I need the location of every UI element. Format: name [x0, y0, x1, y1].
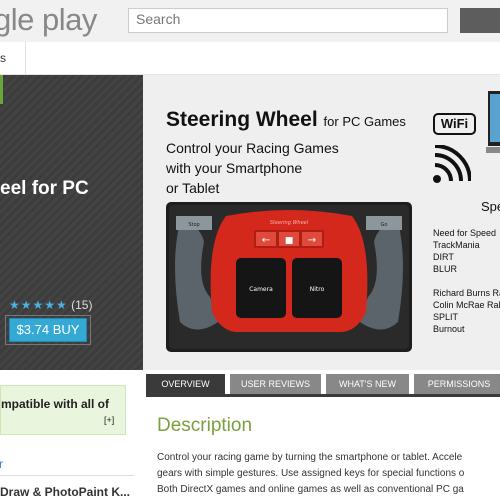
- description-line: gears with simple gestures. Use assigned…: [157, 468, 465, 479]
- supported-games-list: Richard Burns Ra Colin McRae Rall SPLIT …: [433, 287, 500, 335]
- wifi-icon: WiFi: [433, 113, 476, 135]
- description-text: Control your racing game by turning the …: [157, 450, 500, 498]
- game-item: TrackMania: [433, 240, 480, 250]
- google-play-logo[interactable]: gle play: [0, 0, 97, 40]
- promo-subtitle-line: Control your Racing Games: [166, 140, 339, 156]
- expand-compatibility-button[interactable]: [+]: [104, 415, 114, 425]
- promo-title: Steering Wheel for PC Games: [166, 108, 406, 132]
- play-store-page: gle play Search s eel for PC ★★★★★ (15) …: [0, 0, 500, 500]
- description-line: Both DirectX games and online games as w…: [157, 484, 464, 495]
- tab-user-reviews[interactable]: USER REVIEWS: [230, 374, 321, 394]
- svg-text:→: →: [308, 235, 316, 246]
- related-app-link[interactable]: Draw & PhotoPaint K...: [0, 485, 130, 499]
- game-item: Need for Speed: [433, 228, 497, 238]
- go-label: Go: [381, 222, 388, 228]
- promo-title-main: Steering Wheel: [166, 108, 318, 131]
- subnav-divider: [25, 42, 26, 75]
- laptop-icon: [486, 91, 500, 153]
- wireless-signal-icon: [433, 145, 471, 183]
- svg-text:←: ←: [262, 235, 270, 246]
- game-item: BLUR: [433, 264, 458, 274]
- game-item: SPLIT: [433, 312, 459, 322]
- compatibility-text: mpatible with all of: [1, 397, 110, 411]
- subnav-tab-apps[interactable]: s: [0, 51, 6, 65]
- game-item: Colin McRae Rall: [433, 300, 500, 310]
- compatibility-notice[interactable]: mpatible with all of [+]: [0, 385, 126, 435]
- svg-text:■: ■: [285, 236, 294, 246]
- steering-wheel-illustration: ← ■ → Camera Nitro Stop Go Steering Whee…: [166, 202, 412, 352]
- search-placeholder: Search: [136, 11, 181, 27]
- description-line: Control your racing game by turning the …: [157, 452, 463, 463]
- divider: [0, 475, 134, 476]
- wheel-brand: Steering Wheel: [270, 220, 309, 226]
- supported-games-list: Need for Speed TrackMania DIRT BLUR: [433, 227, 496, 275]
- promo-title-suffix: for PC Games: [323, 114, 406, 129]
- buy-button[interactable]: $3.74 BUY: [9, 318, 87, 342]
- search-input[interactable]: Search: [128, 8, 448, 33]
- camera-button-label: Camera: [249, 286, 273, 293]
- rating-stars-icon: ★★★★★: [9, 298, 68, 312]
- detail-tabs: OVERVIEW USER REVIEWS WHAT'S NEW PERMISS…: [146, 374, 500, 394]
- app-rating: ★★★★★ (15): [9, 298, 92, 312]
- spec-label: Spe: [481, 199, 500, 214]
- rating-count: (15): [71, 298, 93, 312]
- search-button[interactable]: [460, 8, 500, 33]
- nitro-button-label: Nitro: [310, 286, 325, 293]
- promo-banner[interactable]: Steering Wheel for PC Games Control your…: [143, 75, 500, 370]
- category-accent-strip: [0, 75, 3, 104]
- more-link[interactable]: r: [0, 457, 3, 471]
- promo-subtitle: Control your Racing Games with your Smar…: [166, 138, 366, 198]
- description-heading: Description: [157, 415, 253, 436]
- game-item: Burnout: [433, 324, 465, 334]
- sub-navigation: s: [0, 42, 500, 75]
- promo-subtitle-line: with your Smartphone: [166, 160, 303, 176]
- game-item: Richard Burns Ra: [433, 288, 500, 298]
- promo-subtitle-line: or Tablet: [166, 180, 220, 196]
- tab-permissions[interactable]: PERMISSIONS: [414, 374, 500, 394]
- app-title: eel for PC: [0, 178, 89, 199]
- tab-overview[interactable]: OVERVIEW: [146, 374, 225, 394]
- stop-label: Stop: [188, 222, 199, 228]
- tab-whats-new[interactable]: WHAT'S NEW: [326, 374, 409, 394]
- game-item: DIRT: [433, 252, 454, 262]
- top-header: gle play Search: [0, 0, 500, 42]
